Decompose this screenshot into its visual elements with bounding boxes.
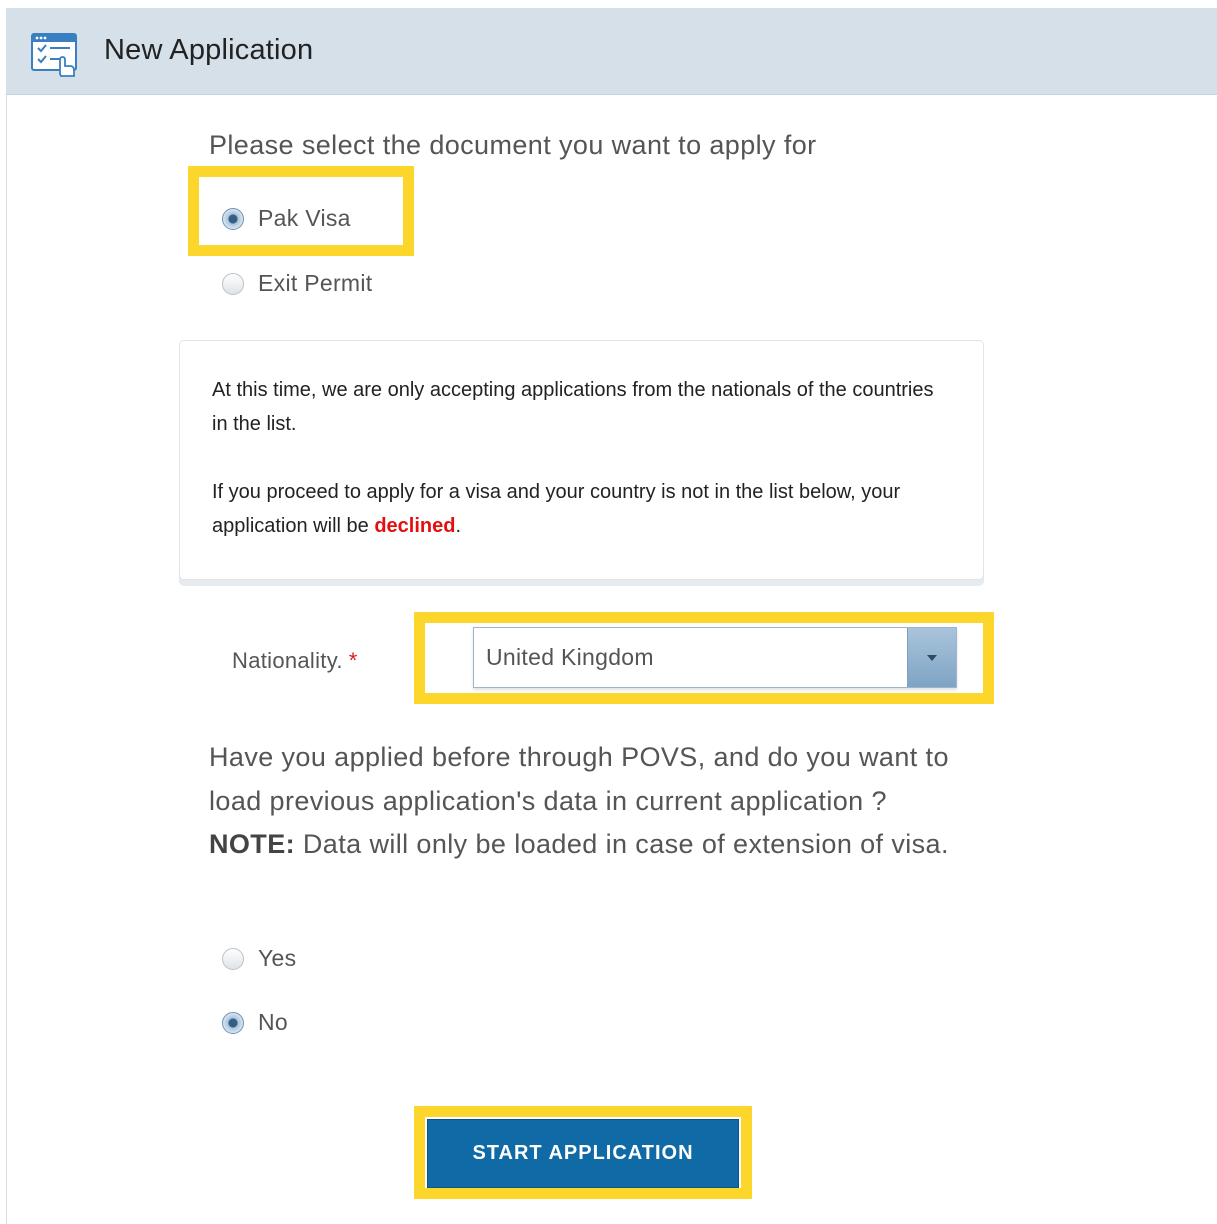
- radio-label: No: [258, 1009, 289, 1035]
- radio-exit-permit[interactable]: Exit Permit: [222, 270, 372, 297]
- page-title: New Application: [104, 34, 314, 66]
- radio-label: Exit Permit: [258, 270, 373, 296]
- nationality-label-text: Nationality.: [232, 648, 343, 673]
- application-form-icon: [30, 30, 78, 78]
- question-text: Have you applied before through POVS, an…: [209, 742, 949, 816]
- radio-label: Pak Visa: [258, 205, 351, 231]
- radio-button[interactable]: [222, 272, 244, 295]
- notice-box: At this time, we are only accepting appl…: [179, 340, 984, 580]
- radio-pak-visa[interactable]: Pak Visa: [222, 205, 351, 232]
- nationality-select[interactable]: United Kingdom: [473, 627, 957, 688]
- radio-button-checked[interactable]: [222, 1011, 244, 1034]
- notice-paragraph-1: At this time, we are only accepting appl…: [212, 379, 934, 435]
- note-text: Data will only be loaded in case of exte…: [302, 829, 949, 859]
- previous-application-question: Have you applied before through POVS, an…: [209, 736, 949, 867]
- document-prompt: Please select the document you want to a…: [209, 130, 817, 160]
- notice-paragraph-2: If you proceed to apply for a visa and y…: [212, 475, 952, 543]
- page: New Application Please select the docume…: [0, 0, 1217, 1224]
- dropdown-button[interactable]: [907, 628, 956, 687]
- left-border: [6, 8, 7, 1224]
- radio-button[interactable]: [222, 947, 244, 970]
- notice-text: If you proceed to apply for a visa and y…: [212, 481, 901, 537]
- page-header: New Application: [6, 8, 1217, 95]
- radio-no[interactable]: No: [222, 1009, 288, 1036]
- start-application-button[interactable]: START APPLICATION: [427, 1119, 739, 1188]
- nationality-label: Nationality. *: [232, 648, 358, 674]
- required-asterisk: *: [348, 648, 358, 673]
- radio-yes[interactable]: Yes: [222, 945, 296, 972]
- nationality-value: United Kingdom: [486, 644, 654, 670]
- radio-button-checked[interactable]: [222, 207, 244, 230]
- note-label: NOTE:: [209, 829, 295, 859]
- chevron-down-icon: [927, 655, 937, 661]
- radio-label: Yes: [258, 945, 297, 971]
- declined-text: declined: [374, 515, 456, 537]
- notice-suffix: .: [455, 515, 462, 537]
